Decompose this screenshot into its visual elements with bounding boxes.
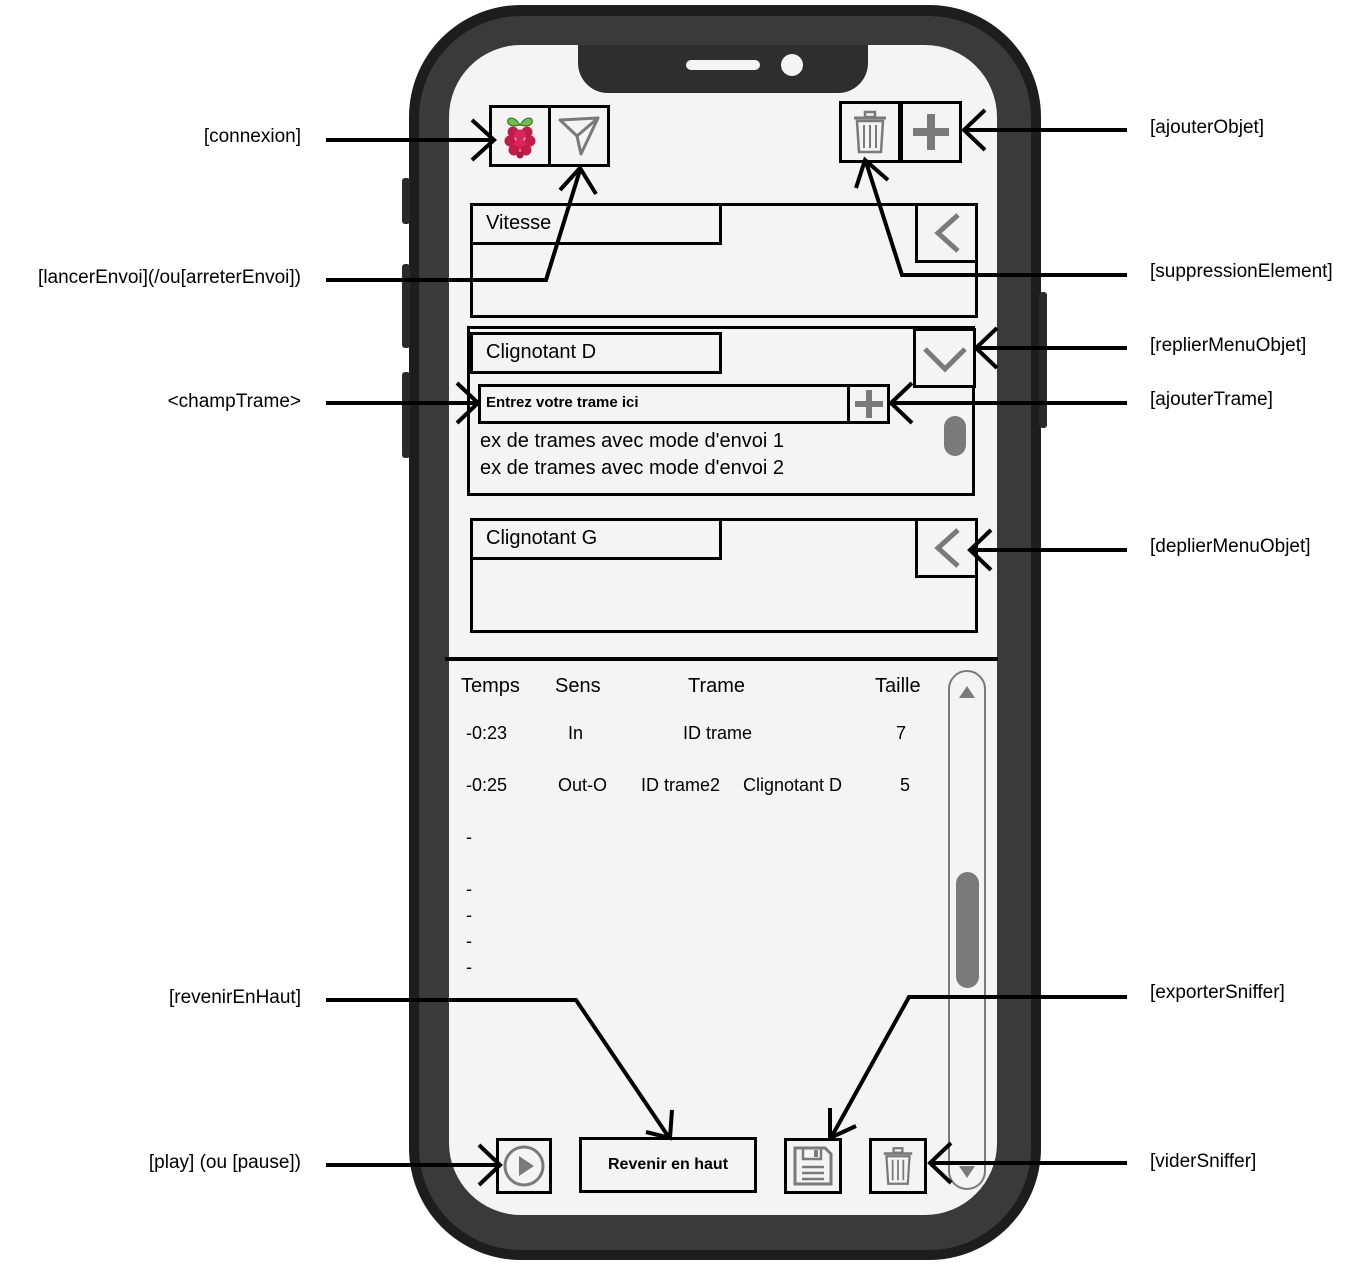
expand-object-button[interactable]: [915, 203, 978, 263]
placeholder-row: -: [466, 827, 472, 847]
front-camera: [781, 54, 803, 76]
connect-button[interactable]: [489, 105, 551, 167]
frame-input[interactable]: Entrez votre trame ici: [478, 384, 850, 424]
label-revenir-en-haut: [revenirEnHaut]: [168, 987, 301, 1008]
label-champ-trame: <champTrame>: [167, 391, 301, 412]
column-header-temps: Temps: [461, 675, 520, 697]
placeholder-row: -: [466, 879, 472, 899]
play-button[interactable]: [496, 1138, 552, 1194]
label-deplier-menu-objet: [deplierMenuObjet]: [1150, 536, 1311, 557]
delete-object-button[interactable]: [839, 101, 901, 163]
column-header-trame: Trame: [688, 675, 746, 697]
object-name: Clignotant G: [470, 518, 722, 560]
label-connexion: [connexion]: [203, 126, 301, 147]
frame-example[interactable]: ex de trames avec mode d'envoi 1: [480, 430, 784, 453]
mute-switch: [402, 178, 410, 224]
cell-taille: 7: [896, 723, 907, 743]
cell-trame: ID trame2: [641, 775, 721, 795]
object-name: Clignotant D: [470, 332, 722, 374]
chevron-left-icon: [933, 213, 960, 253]
object-name: Vitesse: [470, 203, 722, 245]
section-divider: [445, 657, 998, 661]
send-icon: [558, 116, 600, 156]
cell-temps: -0:25: [466, 775, 508, 795]
scroll-down-arrow-icon[interactable]: [957, 1164, 977, 1180]
chevron-left-icon: [933, 528, 960, 568]
label-ajouter-trame: [ajouterTrame]: [1150, 389, 1273, 410]
send-toggle-button[interactable]: [548, 105, 610, 167]
add-frame-button[interactable]: [847, 384, 890, 424]
label-ajouter-objet: [ajouterObjet]: [1150, 117, 1265, 138]
expand-object-button[interactable]: [915, 518, 978, 578]
speaker: [686, 60, 760, 70]
label-lancer-envoi: [lancerEnvoi](/ou[arreterEnvoi]): [38, 267, 301, 288]
cell-trame: ID trame: [683, 723, 753, 743]
column-header-sens: Sens: [555, 675, 601, 697]
placeholder-row: -: [466, 931, 472, 951]
sniffer-scroll-thumb[interactable]: [956, 872, 979, 988]
add-object-button[interactable]: [900, 101, 962, 163]
label-suppression-element: [suppressionElement]: [1150, 261, 1333, 282]
cell-objet: Clignotant D: [743, 775, 843, 795]
placeholder-row: -: [466, 905, 472, 925]
volume-up-button: [402, 264, 410, 348]
label-vider-sniffer: [viderSniffer]: [1150, 1151, 1257, 1172]
plus-icon: [913, 114, 949, 150]
label-play: [play] (ou [pause]): [148, 1152, 301, 1173]
placeholder-row: -: [466, 957, 472, 977]
clear-sniffer-button[interactable]: [869, 1138, 927, 1194]
column-header-taille: Taille: [875, 675, 921, 697]
collapse-object-button[interactable]: [913, 328, 976, 388]
label-replier-menu-objet: [replierMenuObjet]: [1150, 335, 1307, 356]
cell-sens: Out-O: [558, 775, 608, 795]
scroll-up-arrow-icon[interactable]: [957, 684, 977, 700]
volume-down-button: [402, 372, 410, 458]
back-to-top-button[interactable]: Revenir en haut: [579, 1137, 757, 1193]
chevron-down-icon: [922, 347, 967, 373]
export-button[interactable]: [784, 1138, 842, 1194]
frames-scrollbar[interactable]: [944, 416, 966, 456]
label-exporter-sniffer: [exporterSniffer]: [1150, 982, 1285, 1003]
cell-temps: -0:23: [466, 723, 508, 743]
play-icon: [503, 1145, 545, 1187]
frame-example[interactable]: ex de trames avec mode d'envoi 2: [480, 457, 784, 480]
power-button: [1039, 292, 1047, 428]
cell-sens: In: [568, 723, 584, 743]
trash-icon: [883, 1147, 913, 1185]
trash-icon: [854, 110, 886, 154]
save-icon: [793, 1146, 833, 1186]
cell-taille: 5: [900, 775, 911, 795]
raspberry-icon: [504, 117, 536, 159]
plus-icon: [854, 390, 883, 418]
